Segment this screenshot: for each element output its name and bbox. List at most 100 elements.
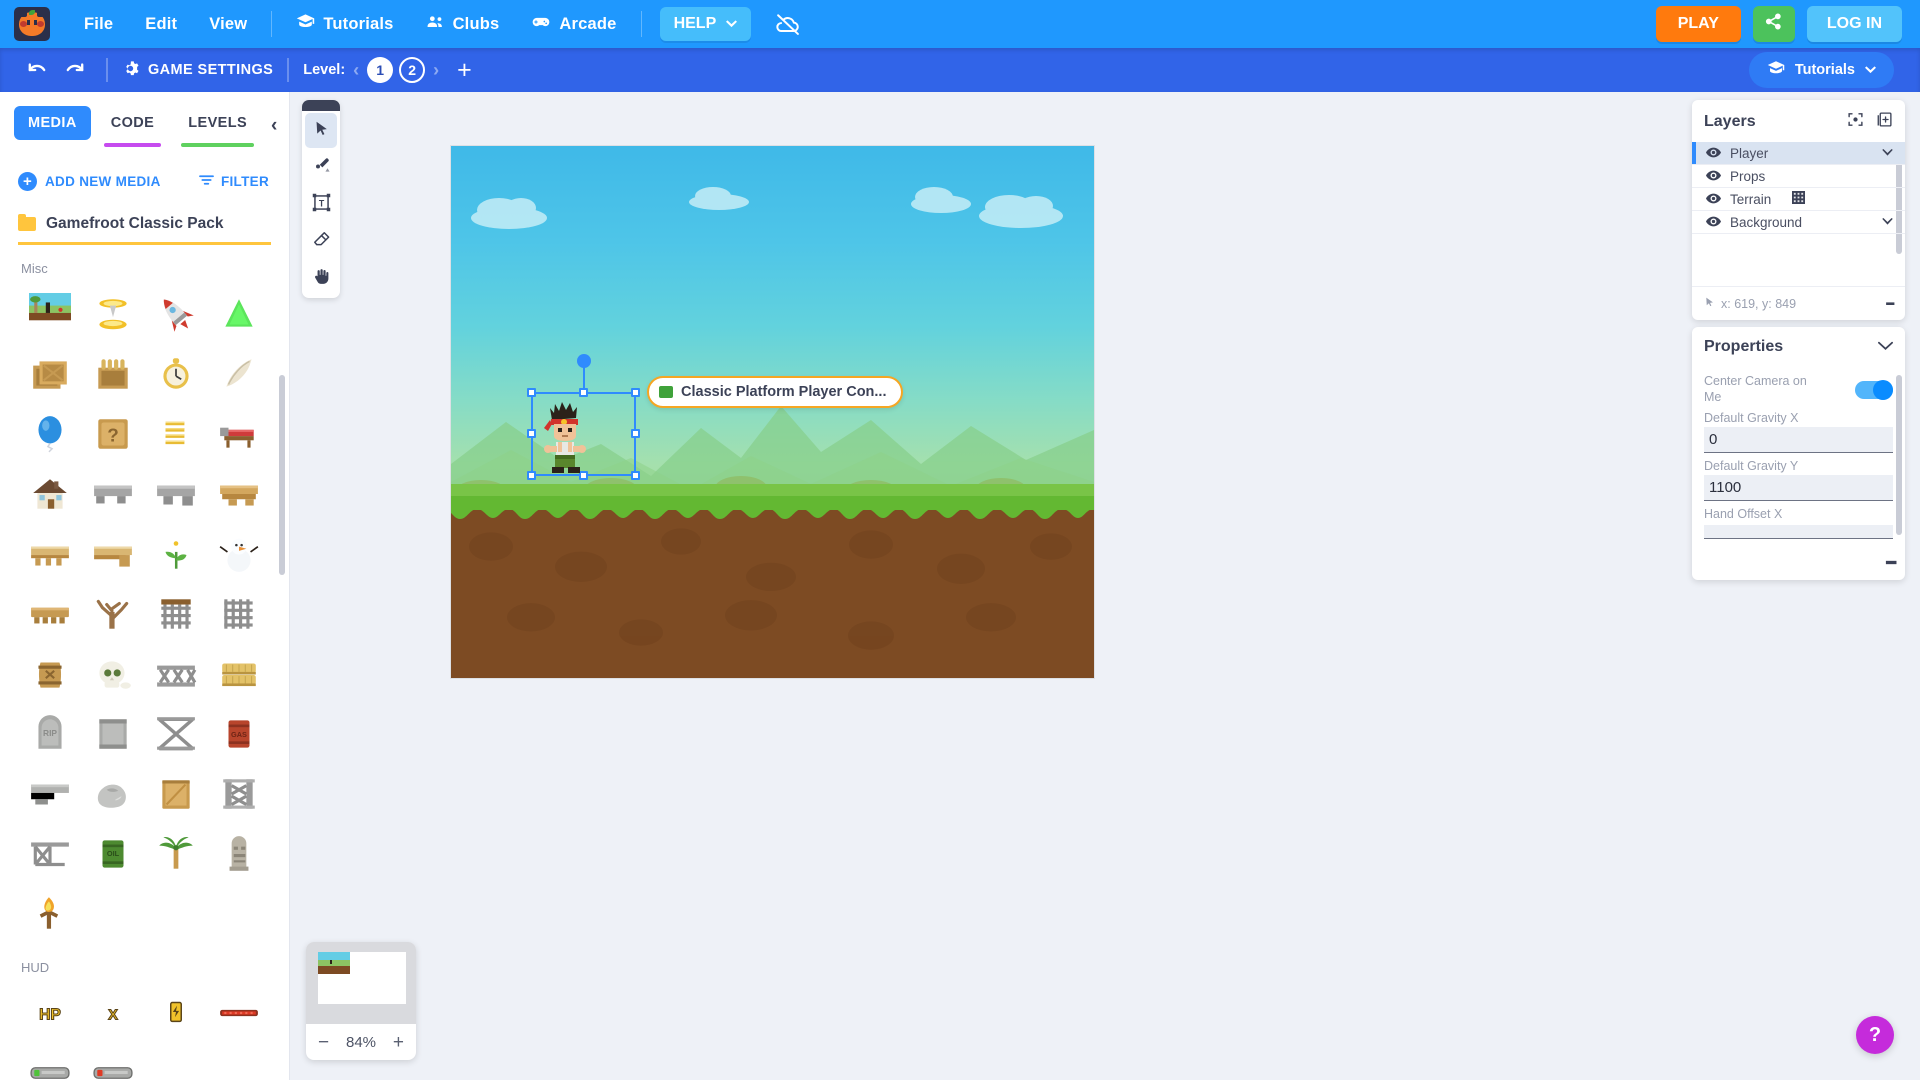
asset-question-block[interactable]: ? <box>81 404 144 464</box>
resize-handle-bottom-left[interactable] <box>527 471 536 480</box>
asset-scrollbar[interactable] <box>279 375 285 575</box>
help-menu-button[interactable]: HELP <box>659 7 752 41</box>
eye-icon[interactable] <box>1706 169 1721 184</box>
menu-clubs[interactable]: Clubs <box>410 6 516 42</box>
asset-green-oil-barrel[interactable]: OIL <box>81 824 144 884</box>
asset-wood-grate-fence[interactable] <box>145 584 208 644</box>
asset-skull-bones[interactable] <box>81 644 144 704</box>
asset-metal-truss-corner[interactable] <box>18 824 81 884</box>
asset-wood-beam-a[interactable] <box>18 524 81 584</box>
panel-resize-grip[interactable]: ━ <box>1886 296 1893 311</box>
asset-red-status-bar[interactable] <box>81 1043 144 1080</box>
tab-levels[interactable]: LEVELS <box>174 106 261 147</box>
resize-handle-middle-left[interactable] <box>527 429 536 438</box>
add-level-button[interactable]: + <box>457 57 472 83</box>
tab-code[interactable]: CODE <box>97 106 169 147</box>
asset-wood-platform-right[interactable] <box>208 464 271 524</box>
asset-gold-fountain[interactable] <box>81 284 144 344</box>
resize-handle-middle-right[interactable] <box>631 429 640 438</box>
add-layer-icon[interactable] <box>1876 111 1893 133</box>
game-stage[interactable]: Classic Platform Player Con... <box>451 146 1094 678</box>
asset-feather-quill[interactable] <box>208 344 271 404</box>
asset-red-health-bar[interactable] <box>208 983 271 1043</box>
asset-dead-tree[interactable] <box>81 584 144 644</box>
asset-metal-lattice[interactable] <box>145 644 208 704</box>
level-next-arrow[interactable]: › <box>431 60 441 81</box>
asset-stone-platform-right[interactable] <box>145 464 208 524</box>
asset-stone-block[interactable] <box>81 704 144 764</box>
level-tab-2[interactable]: 2 <box>399 57 426 83</box>
hand-offset-x-input[interactable] <box>1704 525 1893 540</box>
asset-palm-tree[interactable] <box>145 824 208 884</box>
properties-scrollbar[interactable] <box>1896 375 1902 535</box>
level-tab-1[interactable]: 1 <box>367 57 394 83</box>
pan-tool[interactable] <box>305 261 337 296</box>
asset-wooden-door[interactable] <box>145 764 208 824</box>
asset-metal-column[interactable] <box>208 764 271 824</box>
eraser-tool[interactable] <box>305 224 337 259</box>
brush-tool[interactable] <box>305 150 337 185</box>
layer-row-terrain[interactable]: Terrain <box>1692 188 1905 211</box>
gamefroot-logo[interactable] <box>14 7 50 41</box>
asset-green-slime[interactable] <box>208 284 271 344</box>
menu-tutorials[interactable]: Tutorials <box>280 6 409 42</box>
asset-green-status-bar[interactable] <box>18 1043 81 1080</box>
asset-browser[interactable]: Misc ? RIP GAS OIL HUD HP X <box>0 245 289 1080</box>
menu-edit[interactable]: Edit <box>129 9 193 40</box>
game-settings-button[interactable]: GAME SETTINGS <box>122 60 273 81</box>
asset-wood-beam-b[interactable] <box>81 524 144 584</box>
properties-resize-grip[interactable]: ━ <box>1692 551 1905 580</box>
asset-gravestone[interactable]: RIP <box>18 704 81 764</box>
chevron-left-icon[interactable]: ‹ <box>267 106 285 146</box>
asset-house[interactable] <box>18 464 81 524</box>
asset-tiki-statue[interactable] <box>208 824 271 884</box>
menu-arcade[interactable]: Arcade <box>515 6 632 43</box>
asset-metal-truss-diagonal[interactable] <box>145 704 208 764</box>
gravity-x-input[interactable] <box>1704 427 1893 454</box>
add-new-media-button[interactable]: + ADD NEW MEDIA <box>18 172 161 191</box>
asset-hp-label[interactable]: HP <box>18 983 81 1043</box>
chevron-down-icon[interactable] <box>1882 148 1893 158</box>
redo-icon[interactable] <box>58 55 92 85</box>
gravity-y-input[interactable] <box>1704 475 1893 502</box>
layer-row-background[interactable]: Background <box>1692 211 1905 234</box>
asset-rocket[interactable] <box>145 284 208 344</box>
layer-row-props[interactable]: Props <box>1692 165 1905 188</box>
asset-blue-balloon[interactable] <box>18 404 81 464</box>
asset-red-oil-barrel[interactable]: GAS <box>208 704 271 764</box>
eye-icon[interactable] <box>1706 146 1721 161</box>
editor-canvas-area[interactable]: T Classic Platform Player Con... − 84% +… <box>290 92 1920 1080</box>
rotate-handle[interactable] <box>576 354 591 368</box>
grid-icon[interactable] <box>1792 191 1806 207</box>
menu-view[interactable]: View <box>193 9 263 40</box>
selection-bounding-box[interactable] <box>527 354 640 480</box>
asset-level-thumbnail[interactable] <box>18 284 81 344</box>
play-button[interactable]: PLAY <box>1655 6 1741 42</box>
resize-handle-top-left[interactable] <box>527 388 536 397</box>
asset-pocket-watch[interactable] <box>145 344 208 404</box>
zoom-out-button[interactable]: − <box>318 1033 329 1052</box>
filter-button[interactable]: FILTER <box>199 174 269 189</box>
layer-row-player[interactable]: Player <box>1692 142 1905 165</box>
resize-handle-top-right[interactable] <box>631 388 640 397</box>
properties-panel-header[interactable]: Properties <box>1692 327 1905 365</box>
tool-palette-drag-handle[interactable] <box>302 100 340 111</box>
eye-icon[interactable] <box>1706 215 1721 230</box>
select-tool[interactable] <box>305 113 337 148</box>
asset-snowman[interactable] <box>208 524 271 584</box>
center-camera-toggle[interactable] <box>1855 379 1893 400</box>
help-floating-button[interactable]: ? <box>1856 1016 1894 1054</box>
classic-platform-player-sprite[interactable] <box>542 398 588 474</box>
asset-stone-ledge[interactable] <box>18 764 81 824</box>
focus-selection-icon[interactable] <box>1847 111 1864 133</box>
chevron-down-icon[interactable] <box>1882 217 1893 227</box>
text-tool[interactable]: T <box>305 187 337 222</box>
resize-handle-bottom-right[interactable] <box>631 471 640 480</box>
share-button[interactable] <box>1752 6 1795 42</box>
asset-hay-bales[interactable] <box>208 644 271 704</box>
zoom-in-button[interactable]: + <box>393 1033 404 1052</box>
undo-icon[interactable] <box>20 55 54 85</box>
asset-ammo-crate[interactable] <box>81 344 144 404</box>
eye-icon[interactable] <box>1706 192 1721 207</box>
resize-handle-top-center[interactable] <box>578 388 588 397</box>
